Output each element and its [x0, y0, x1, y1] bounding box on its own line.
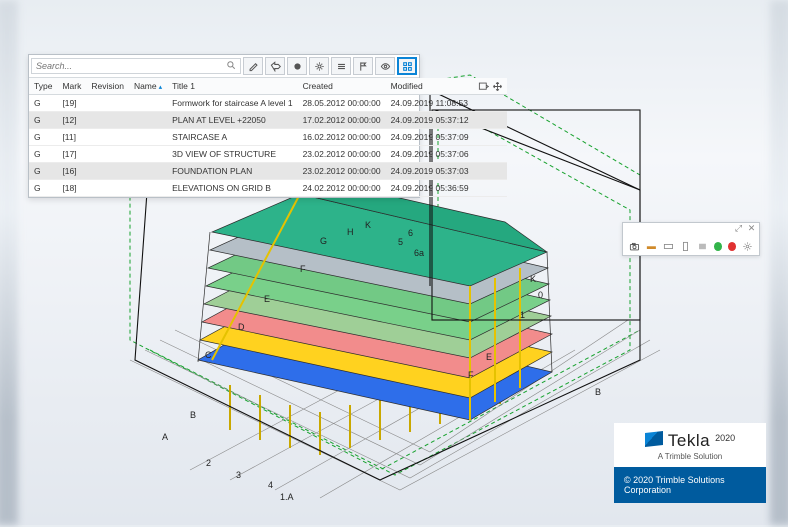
search-field[interactable]: [31, 58, 241, 74]
svg-text:2: 2: [206, 458, 211, 468]
table-header-row: Type Mark Revision Name Title 1 Created …: [29, 78, 507, 95]
expand-icon[interactable]: ⤢: [734, 224, 743, 233]
brand-year: 2020: [715, 433, 735, 443]
list-icon[interactable]: [331, 57, 351, 75]
svg-text:5: 5: [398, 237, 403, 247]
table-row[interactable]: G[19]Formwork for staircase A level 128.…: [29, 95, 507, 112]
col-name[interactable]: Name: [129, 78, 167, 95]
svg-text:F: F: [468, 370, 474, 380]
record-icon[interactable]: [728, 242, 736, 251]
move-icon[interactable]: [492, 81, 503, 92]
thumbnails-icon[interactable]: [397, 57, 417, 75]
svg-text:3: 3: [236, 470, 241, 480]
brand-name: Tekla: [668, 431, 710, 451]
table-row[interactable]: G[17]3D VIEW OF STRUCTURE23.02.2012 00:0…: [29, 146, 507, 163]
svg-text:K: K: [530, 274, 536, 284]
table-row[interactable]: G[18]ELEVATIONS ON GRID B24.02.2012 00:0…: [29, 180, 507, 197]
col-type[interactable]: Type: [29, 78, 57, 95]
open-drawing-icon[interactable]: [478, 81, 489, 92]
col-title1[interactable]: Title 1: [167, 78, 297, 95]
rect-h-icon[interactable]: [663, 240, 674, 252]
brand-card: Tekla 2020 A Trimble Solution © 2020 Tri…: [614, 423, 766, 503]
rect-v-icon[interactable]: [680, 240, 691, 252]
status-green-icon[interactable]: [714, 242, 722, 251]
panel-toolbar: [29, 55, 419, 78]
tekla-logo-icon: [645, 431, 663, 447]
rect-fill-icon[interactable]: [697, 240, 708, 252]
svg-text:E: E: [264, 294, 270, 304]
table-row[interactable]: G[12]PLAN AT LEVEL +2205017.02.2012 00:0…: [29, 112, 507, 129]
search-icon[interactable]: [226, 60, 236, 72]
svg-text:H: H: [347, 227, 354, 237]
filled-circle-icon[interactable]: [287, 57, 307, 75]
svg-text:1: 1: [520, 310, 525, 320]
svg-text:A: A: [162, 432, 168, 442]
svg-text:1.A: 1.A: [280, 492, 294, 502]
search-input[interactable]: [36, 61, 226, 71]
table-row[interactable]: G[16]FOUNDATION PLAN23.02.2012 00:00:002…: [29, 163, 507, 180]
tag-move-icon[interactable]: [265, 57, 285, 75]
close-icon[interactable]: ✕: [747, 224, 756, 233]
svg-text:6a: 6a: [414, 248, 424, 258]
svg-text:K: K: [365, 220, 371, 230]
svg-text:4: 4: [268, 480, 273, 490]
edit-icon[interactable]: [243, 57, 263, 75]
col-revision[interactable]: Revision: [86, 78, 129, 95]
svg-text:6: 6: [408, 228, 413, 238]
svg-text:E: E: [486, 352, 492, 362]
col-mark[interactable]: Mark: [57, 78, 86, 95]
snapshot-toolbar: ⤢ ✕ ▬: [622, 222, 760, 256]
camera-icon[interactable]: [629, 240, 640, 252]
brand-subtitle: A Trimble Solution: [658, 452, 722, 461]
col-modified[interactable]: Modified: [386, 78, 474, 95]
svg-text:B: B: [190, 410, 196, 420]
eye-icon[interactable]: [375, 57, 395, 75]
build-icon[interactable]: ▬: [646, 240, 657, 252]
brand-copyright: © 2020 Trimble Solutions Corporation: [614, 467, 766, 503]
svg-text:C: C: [205, 350, 212, 360]
gear-icon[interactable]: [742, 240, 753, 252]
drawing-list-panel: Type Mark Revision Name Title 1 Created …: [28, 54, 420, 198]
svg-text:F: F: [300, 264, 306, 274]
table-row[interactable]: G[11]STAIRCASE A16.02.2012 00:00:0024.09…: [29, 129, 507, 146]
svg-text:0: 0: [538, 290, 543, 300]
svg-text:B: B: [595, 387, 601, 397]
flag-icon[interactable]: [353, 57, 373, 75]
settings-icon[interactable]: [309, 57, 329, 75]
drawing-table: Type Mark Revision Name Title 1 Created …: [29, 78, 507, 197]
svg-text:G: G: [320, 236, 327, 246]
svg-text:D: D: [238, 322, 245, 332]
col-created[interactable]: Created: [298, 78, 386, 95]
